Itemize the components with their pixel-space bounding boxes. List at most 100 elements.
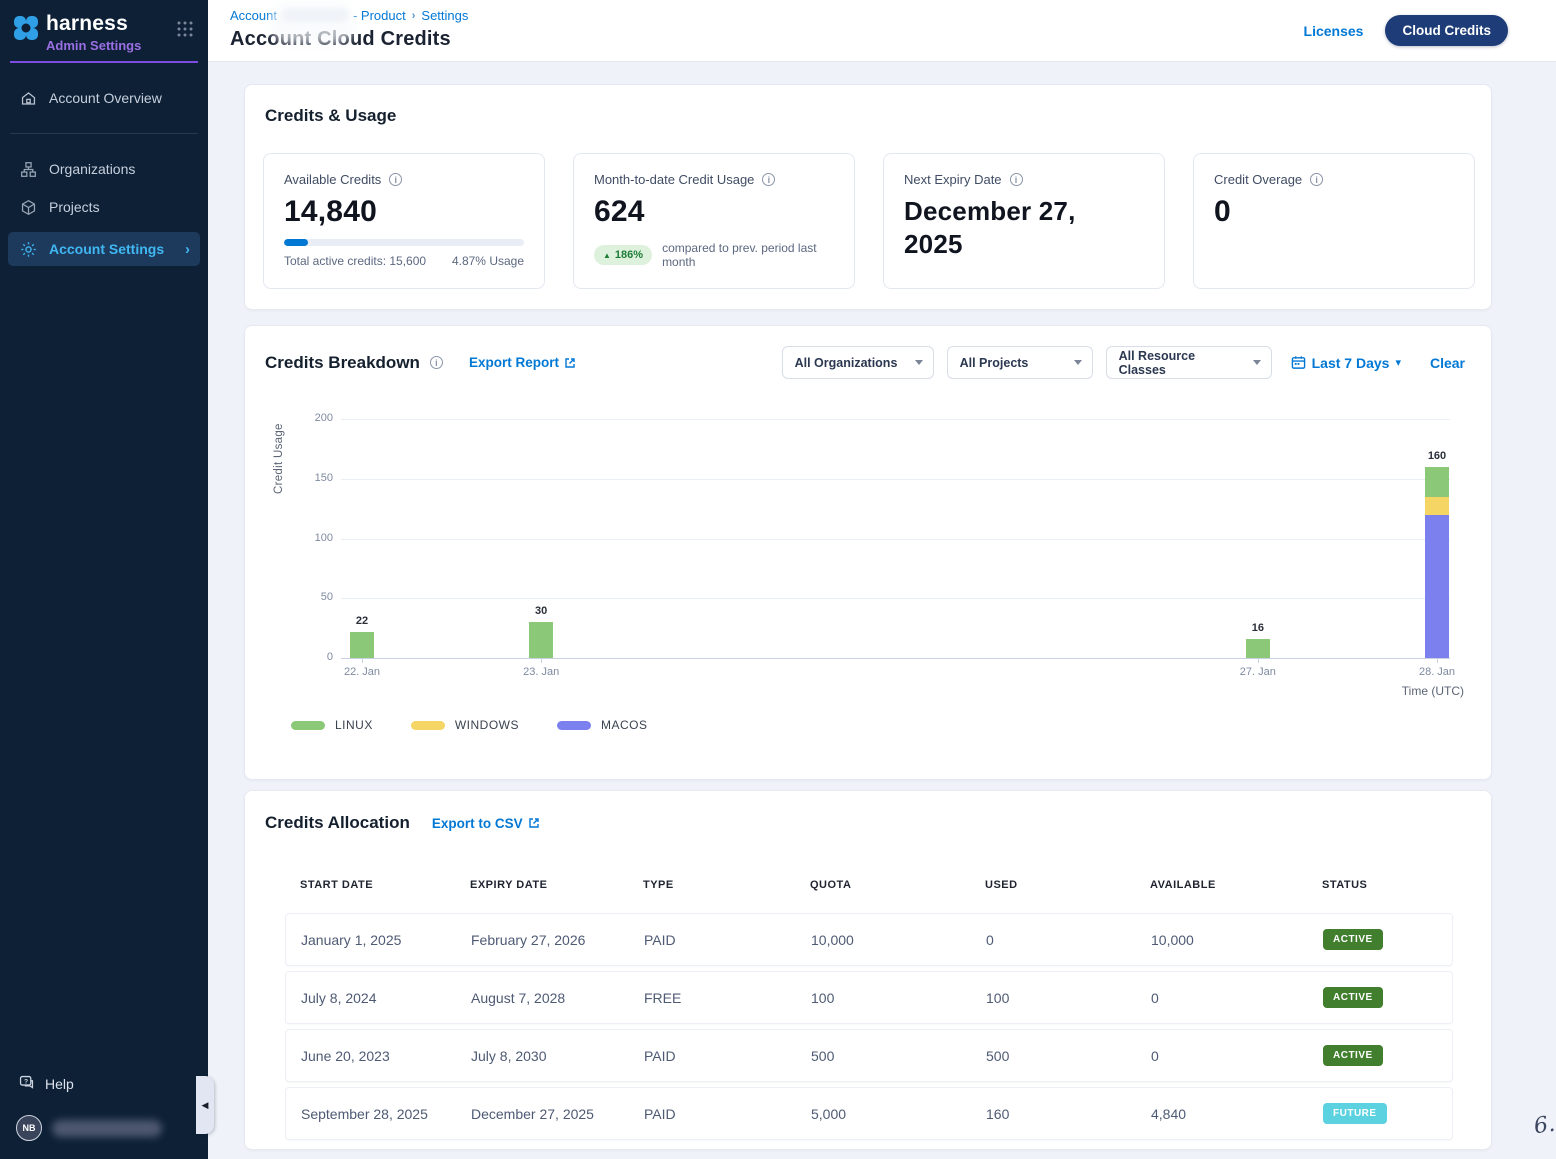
- bar-segment-linux[interactable]: [350, 632, 374, 658]
- stat-row: Available Credits 14,840 Total active cr…: [263, 153, 1475, 289]
- stat-label: Credit Overage: [1214, 172, 1302, 187]
- module-grid-icon[interactable]: [176, 20, 194, 38]
- credit-overage-value: 0: [1214, 195, 1454, 229]
- help-chat-icon: ?: [18, 1074, 35, 1094]
- licenses-link[interactable]: Licenses: [1304, 23, 1364, 39]
- chart-legend: LINUX WINDOWS MACOS: [291, 718, 648, 732]
- legend-swatch: [291, 721, 325, 730]
- x-tick-label: 23. Jan: [496, 666, 586, 678]
- status-badge: ACTIVE: [1323, 1045, 1383, 1066]
- chevron-right-icon: ›: [185, 241, 190, 258]
- stat-mtd-usage: Month-to-date Credit Usage 624 ▲186% com…: [573, 153, 855, 289]
- y-tick-label: 50: [295, 591, 333, 603]
- bar-segment-linux[interactable]: [1425, 467, 1449, 497]
- cell-quota: 10,000: [796, 932, 971, 948]
- chart-x-axis-label: Time (UTC): [1402, 684, 1464, 698]
- info-icon[interactable]: [1310, 173, 1323, 186]
- screen: harness Admin Settings Account Overv: [0, 0, 1556, 1159]
- cell-start: September 28, 2025: [286, 1106, 456, 1122]
- breadcrumb-product[interactable]: - Product: [353, 8, 406, 23]
- sidebar-item-label: Projects: [49, 199, 100, 215]
- user-name-redacted: [52, 1120, 162, 1137]
- stat-label: Available Credits: [284, 172, 381, 187]
- legend-item-macos[interactable]: MACOS: [557, 718, 648, 732]
- col-type: TYPE: [628, 879, 795, 891]
- breadcrumb[interactable]: Account - Product › Settings: [230, 8, 468, 23]
- sidebar-nav: Account Overview Organizations: [0, 79, 208, 266]
- chart-plot: 0501001502002222. Jan3023. Jan1627. Jan1…: [341, 419, 1450, 658]
- legend-swatch: [411, 721, 445, 730]
- stat-next-expiry: Next Expiry Date December 27, 2025: [883, 153, 1165, 289]
- topbar-actions: Licenses Cloud Credits: [1304, 15, 1508, 46]
- cloud-credits-button[interactable]: Cloud Credits: [1385, 15, 1508, 46]
- info-icon[interactable]: [389, 173, 402, 186]
- x-tick-label: 22. Jan: [317, 666, 407, 678]
- gridline: [341, 598, 1450, 599]
- cell-quota: 5,000: [796, 1106, 971, 1122]
- col-expiry-date: EXPIRY DATE: [455, 879, 628, 891]
- table-row[interactable]: January 1, 2025February 27, 2026PAID10,0…: [285, 913, 1453, 966]
- breadcrumb-settings[interactable]: Settings: [421, 8, 468, 23]
- status-badge: ACTIVE: [1323, 987, 1383, 1008]
- legend-swatch: [557, 721, 591, 730]
- table-body: January 1, 2025February 27, 2026PAID10,0…: [285, 913, 1453, 1140]
- cell-type: FREE: [629, 990, 796, 1006]
- breadcrumb-account[interactable]: Account: [230, 8, 277, 23]
- table-row[interactable]: July 8, 2024August 7, 2028FREE1001000ACT…: [285, 971, 1453, 1024]
- gridline: [341, 539, 1450, 540]
- gear-icon: [18, 241, 38, 258]
- table-row[interactable]: September 28, 2025December 27, 2025PAID5…: [285, 1087, 1453, 1140]
- sidebar-item-account-settings[interactable]: Account Settings ›: [8, 232, 200, 266]
- sidebar-item-organizations[interactable]: Organizations: [0, 150, 208, 188]
- cube-icon: [18, 199, 38, 216]
- sidebar-collapse-handle[interactable]: ◀: [196, 1076, 214, 1134]
- col-available: AVAILABLE: [1135, 879, 1307, 891]
- legend-item-linux[interactable]: LINUX: [291, 718, 373, 732]
- col-start-date: START DATE: [285, 879, 455, 891]
- sidebar-item-label: Account Overview: [49, 90, 162, 106]
- total-active-credits: Total active credits: 15,600: [284, 254, 426, 268]
- handwritten-cursor-mark: 6.: [1532, 1112, 1556, 1140]
- cell-expiry: February 27, 2026: [456, 932, 629, 948]
- cell-available: 0: [1136, 1048, 1308, 1064]
- cell-used: 160: [971, 1106, 1136, 1122]
- cell-available: 0: [1136, 990, 1308, 1006]
- bar-segment-linux[interactable]: [1246, 639, 1270, 658]
- gridline: [341, 419, 1450, 420]
- bar-segment-macos[interactable]: [1425, 515, 1449, 658]
- sidebar-item-projects[interactable]: Projects: [0, 188, 208, 226]
- col-quota: QUOTA: [795, 879, 970, 891]
- user-row[interactable]: NB: [0, 1101, 208, 1149]
- y-tick-label: 100: [295, 532, 333, 544]
- sidebar-item-label: Organizations: [49, 161, 135, 177]
- next-expiry-value: December 27, 2025: [904, 195, 1114, 262]
- bar-total-label: 30: [511, 605, 571, 617]
- usage-percent: 4.87% Usage: [452, 254, 524, 268]
- table-header-row: START DATE EXPIRY DATE TYPE QUOTA USED A…: [285, 879, 1453, 891]
- help-button[interactable]: ? Help: [0, 1067, 208, 1101]
- cell-type: PAID: [629, 1106, 796, 1122]
- x-tick-mark: [1437, 658, 1438, 663]
- bar-segment-linux[interactable]: [529, 622, 553, 658]
- sidebar: harness Admin Settings Account Overv: [0, 0, 208, 1159]
- stat-label: Month-to-date Credit Usage: [594, 172, 754, 187]
- cell-quota: 500: [796, 1048, 971, 1064]
- topbar: Account - Product › Settings Account Clo…: [208, 0, 1556, 62]
- table-row[interactable]: June 20, 2023July 8, 2030PAID5005000ACTI…: [285, 1029, 1453, 1082]
- sidebar-item-account-overview[interactable]: Account Overview: [0, 79, 208, 117]
- allocation-table: START DATE EXPIRY DATE TYPE QUOTA USED A…: [285, 879, 1453, 1145]
- export-csv-link[interactable]: Export to CSV: [432, 816, 540, 831]
- info-icon[interactable]: [1010, 173, 1023, 186]
- x-tick-mark: [1258, 658, 1259, 663]
- status-badge: FUTURE: [1323, 1103, 1387, 1124]
- org-chart-icon: [18, 161, 38, 178]
- bar-segment-windows[interactable]: [1425, 497, 1449, 515]
- nav-divider: [10, 133, 198, 134]
- legend-item-windows[interactable]: WINDOWS: [411, 718, 519, 732]
- sidebar-item-label: Account Settings: [49, 241, 164, 257]
- gridline: [341, 658, 1450, 659]
- col-status: STATUS: [1307, 879, 1453, 891]
- breadcrumb-redacted: [282, 9, 348, 22]
- info-icon[interactable]: [762, 173, 775, 186]
- y-tick-label: 150: [295, 472, 333, 484]
